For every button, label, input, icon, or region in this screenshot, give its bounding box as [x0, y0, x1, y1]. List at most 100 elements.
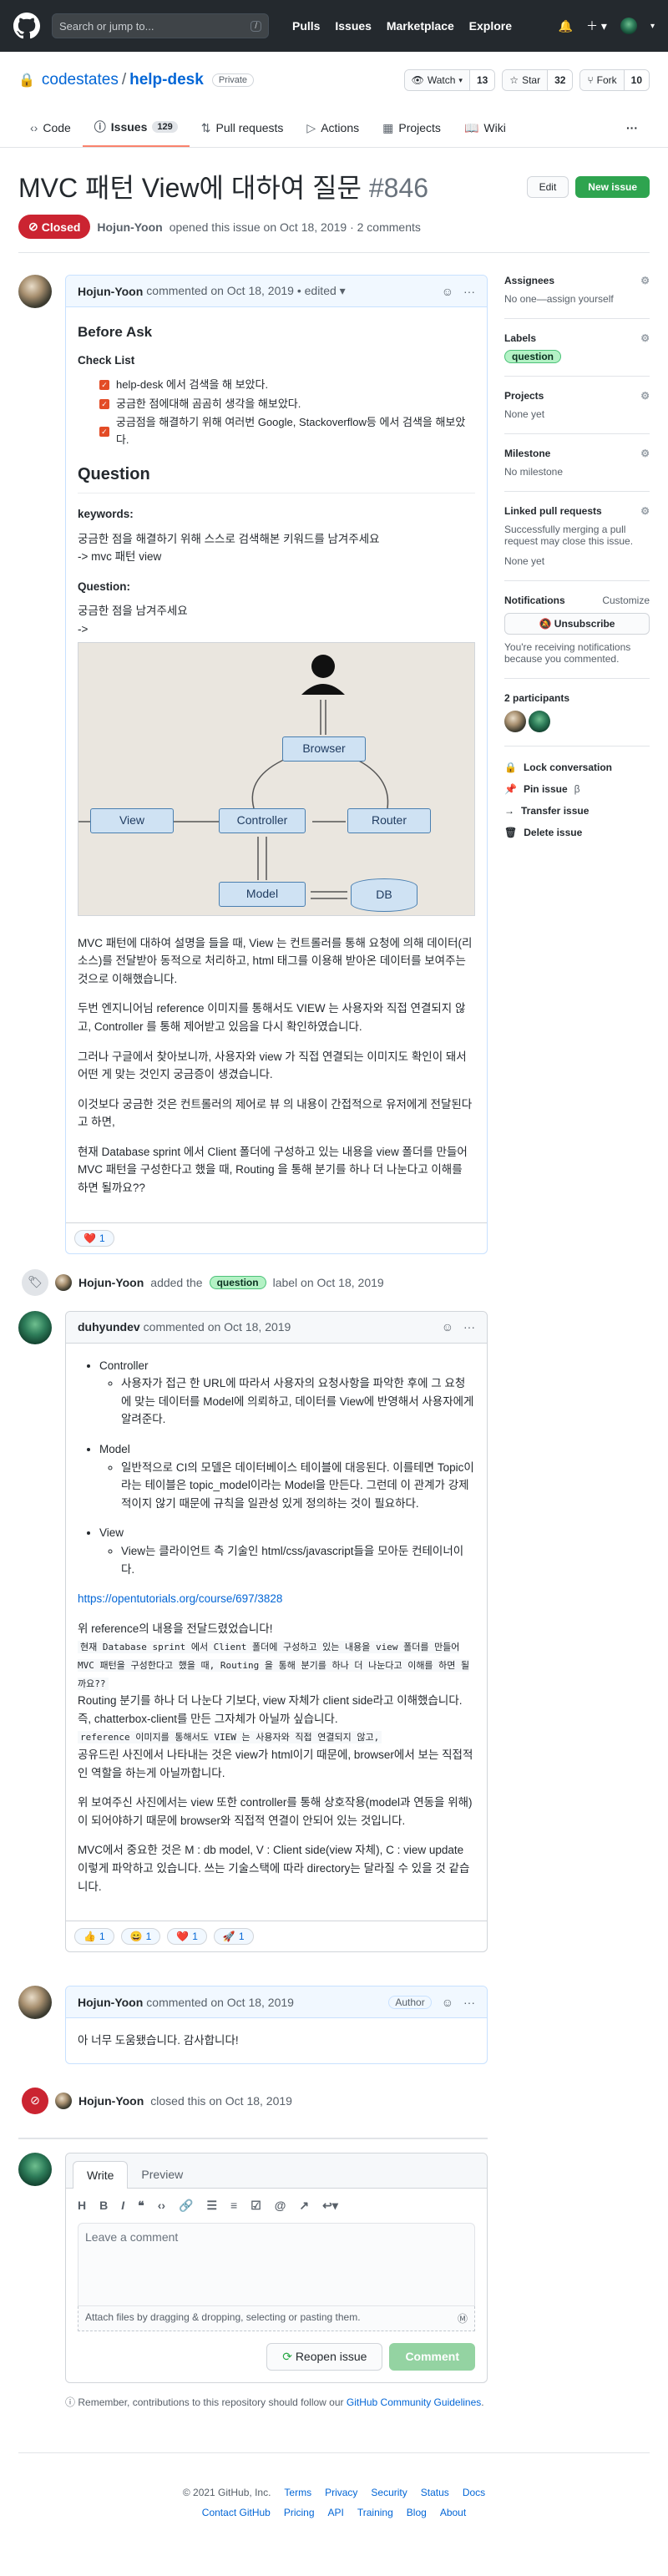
participant-avatar[interactable]	[529, 711, 551, 732]
star-button[interactable]: ☆ Star 32	[502, 69, 574, 91]
event-actor[interactable]: Hojun-Yoon	[78, 1276, 144, 1289]
comment-author[interactable]: Hojun-Yoon	[78, 285, 143, 298]
kebab-icon[interactable]: ···	[463, 1320, 475, 1334]
heading-icon[interactable]: H	[78, 2199, 86, 2213]
footer-link-status[interactable]: Status	[421, 2487, 449, 2498]
repo-owner-link[interactable]: codestates	[42, 71, 119, 89]
avatar[interactable]	[55, 1273, 72, 1291]
reaction-rocket[interactable]: 🚀 1	[213, 1928, 254, 1946]
markdown-icon[interactable]: Ⓜ	[458, 2311, 468, 2325]
search-input[interactable]: Search or jump to... /	[52, 13, 269, 38]
assignees-title[interactable]: Assignees	[504, 275, 554, 286]
delete-issue-link[interactable]: 🗑 Delete issue	[504, 822, 650, 843]
footer-link-docs[interactable]: Docs	[463, 2487, 485, 2498]
footer-link-security[interactable]: Security	[371, 2487, 407, 2498]
fork-button[interactable]: ⑂ Fork 10	[579, 69, 650, 91]
more-icon[interactable]: ···	[615, 109, 650, 147]
star-count[interactable]: 32	[547, 70, 573, 90]
nav-explore[interactable]: Explore	[469, 19, 512, 33]
avatar[interactable]	[18, 2152, 52, 2186]
footer-link-training[interactable]: Training	[357, 2507, 393, 2518]
reaction-laugh[interactable]: 😄 1	[120, 1928, 161, 1946]
comment-button[interactable]: Comment	[389, 2342, 475, 2371]
bullet-list-icon[interactable]: ☰	[206, 2199, 217, 2213]
gear-icon[interactable]: ⚙	[640, 332, 650, 344]
smiley-icon[interactable]: ☺	[442, 285, 453, 298]
footer-link-pricing[interactable]: Pricing	[284, 2507, 315, 2518]
footer-link-privacy[interactable]: Privacy	[325, 2487, 357, 2498]
gear-icon[interactable]: ⚙	[640, 448, 650, 459]
kebab-icon[interactable]: ···	[463, 1996, 475, 2009]
task-list-icon[interactable]: ☑	[250, 2199, 261, 2213]
new-issue-button[interactable]: New issue	[575, 176, 650, 198]
reaction-thumbs-up[interactable]: 👍 1	[74, 1928, 114, 1946]
attach-files[interactable]: Attach files by dragging & dropping, sel…	[78, 2305, 475, 2331]
avatar[interactable]	[18, 1986, 52, 2020]
footer-link-terms[interactable]: Terms	[284, 2487, 311, 2498]
unsubscribe-button[interactable]: 🔕 Unsubscribe	[504, 613, 650, 635]
tab-pull-requests[interactable]: ⇅ Pull requests	[190, 109, 296, 147]
italic-icon[interactable]: I	[121, 2199, 124, 2213]
github-logo-icon[interactable]	[13, 13, 40, 39]
tab-preview[interactable]: Preview	[128, 2161, 196, 2188]
tab-write[interactable]: Write	[73, 2160, 129, 2189]
projects-title[interactable]: Projects	[504, 390, 544, 402]
label-question[interactable]: question	[504, 350, 561, 363]
smiley-icon[interactable]: ☺	[442, 1320, 453, 1334]
kebab-icon[interactable]: ···	[463, 285, 475, 298]
comment-author[interactable]: Hojun-Yoon	[78, 1996, 143, 2009]
user-avatar[interactable]	[620, 18, 637, 34]
transfer-issue-link[interactable]: → Transfer issue	[504, 800, 650, 822]
edit-button[interactable]: Edit	[526, 176, 569, 198]
fork-count[interactable]: 10	[623, 70, 649, 90]
milestone-title[interactable]: Milestone	[504, 448, 550, 459]
pin-issue-link[interactable]: 📌 Pin issue β	[504, 778, 650, 800]
comment-meta[interactable]: commented on Oct 18, 2019	[144, 1320, 291, 1334]
tab-projects[interactable]: ▦ Projects	[371, 109, 453, 147]
watch-button[interactable]: 👁 Watch ▾ 13	[403, 69, 496, 91]
smiley-icon[interactable]: ☺	[442, 1996, 453, 2009]
avatar[interactable]	[18, 275, 52, 308]
gear-icon[interactable]: ⚙	[640, 275, 650, 286]
reply-icon[interactable]: ↩▾	[322, 2199, 338, 2213]
lock-conversation-link[interactable]: 🔒 Lock conversation	[504, 757, 650, 778]
avatar[interactable]	[55, 2092, 72, 2109]
quote-icon[interactable]: ❝	[138, 2199, 144, 2213]
mention-icon[interactable]: @	[275, 2199, 286, 2213]
checkbox-checked-icon[interactable]: ✓	[99, 427, 109, 438]
watch-count[interactable]: 13	[468, 70, 495, 90]
gear-icon[interactable]: ⚙	[640, 505, 650, 517]
linked-title[interactable]: Linked pull requests	[504, 505, 602, 517]
issue-author[interactable]: Hojun-Yoon	[97, 220, 162, 234]
reaction-heart[interactable]: ❤️ 1	[167, 1928, 207, 1946]
comment-meta[interactable]: commented on Oct 18, 2019	[146, 1996, 294, 2009]
plus-icon[interactable]: ＋ ▾	[586, 18, 607, 34]
caret-down-icon[interactable]: ▾	[650, 22, 655, 31]
labels-title[interactable]: Labels	[504, 332, 536, 344]
comment-textarea[interactable]: Leave a comment	[78, 2222, 475, 2306]
repo-name-link[interactable]: help-desk	[129, 71, 204, 89]
community-guidelines-link[interactable]: GitHub Community Guidelines	[347, 2396, 481, 2408]
nav-marketplace[interactable]: Marketplace	[387, 19, 454, 33]
checkbox-checked-icon[interactable]: ✓	[99, 398, 109, 409]
footer-link-api[interactable]: API	[328, 2507, 344, 2518]
reaction-heart[interactable]: ❤️ 1	[74, 1229, 114, 1247]
nav-pulls[interactable]: Pulls	[292, 19, 320, 33]
cross-reference-icon[interactable]: ↗	[299, 2199, 309, 2213]
footer-link-contact[interactable]: Contact GitHub	[202, 2507, 271, 2518]
reopen-issue-button[interactable]: ⟳ Reopen issue	[266, 2342, 383, 2371]
label-question[interactable]: question	[209, 1275, 266, 1289]
footer-link-blog[interactable]: Blog	[407, 2507, 427, 2518]
assignees-value[interactable]: No one—assign yourself	[504, 293, 614, 305]
nav-issues[interactable]: Issues	[335, 19, 372, 33]
link-icon[interactable]: 🔗	[179, 2199, 193, 2213]
gear-icon[interactable]: ⚙	[640, 390, 650, 402]
event-actor[interactable]: Hojun-Yoon	[78, 2094, 144, 2108]
comment-meta[interactable]: commented on Oct 18, 2019 • edited ▾	[146, 284, 345, 298]
tab-actions[interactable]: ▷ Actions	[295, 109, 371, 147]
tab-wiki[interactable]: 📖 Wiki	[453, 109, 518, 147]
reference-link[interactable]: https://opentutorials.org/course/697/382…	[78, 1592, 282, 1605]
code-icon[interactable]: ‹›	[158, 2199, 165, 2213]
mvc-diagram-image[interactable]: Browser View Controller Router Model DB	[78, 641, 475, 916]
comment-author[interactable]: duhyundev	[78, 1320, 140, 1334]
